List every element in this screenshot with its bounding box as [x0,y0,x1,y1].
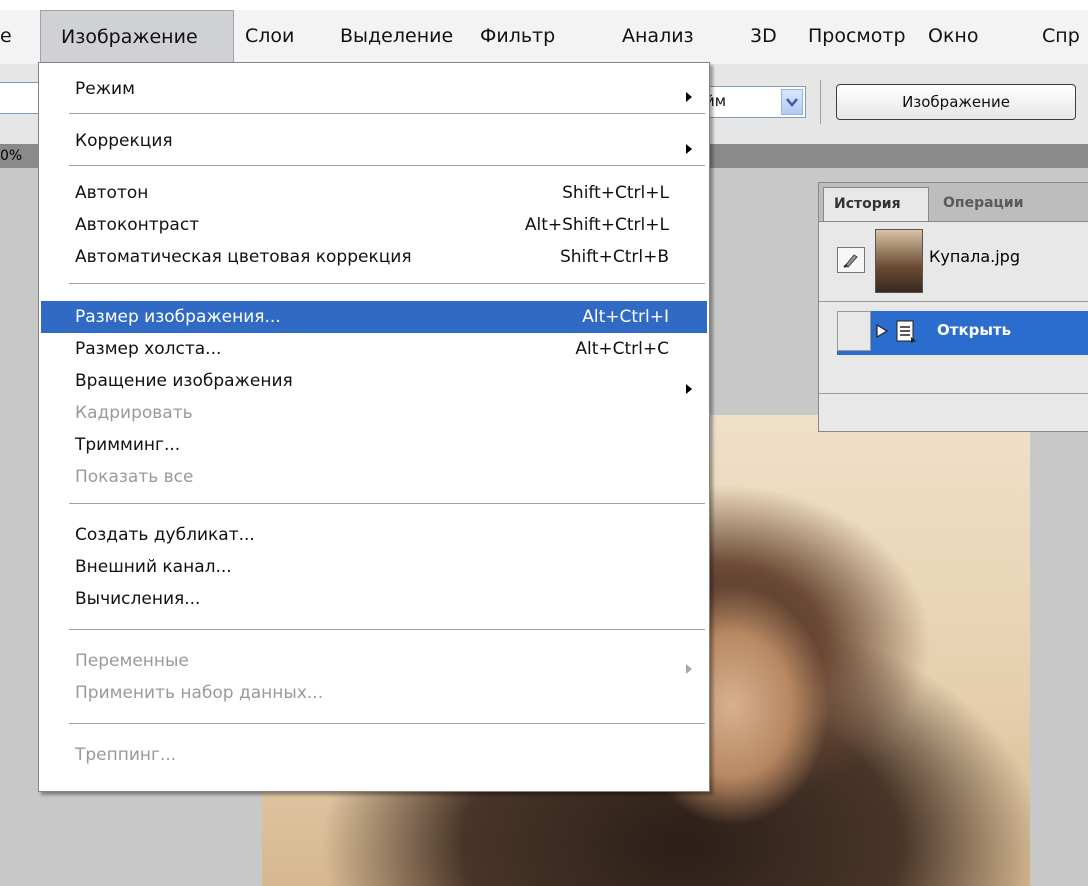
menu-3d[interactable]: 3D [750,10,790,64]
menu-item-shortcut: Alt+Ctrl+C [575,339,669,359]
menu-item-label: Режим [75,79,135,99]
menu-filter[interactable]: Фильтр [480,10,600,64]
menu-item-label: Показать все [75,467,194,487]
history-state-label: Открыть [937,321,1012,339]
history-brush-icon[interactable] [837,247,865,273]
menu-item-shortcut: Alt+Ctrl+I [582,307,669,327]
menu-select[interactable]: Выделение [340,10,465,64]
menu-item-trap[interactable]: Треппинг... [41,739,707,771]
menu-item-adjustments[interactable]: Коррекция [41,125,707,157]
options-field[interactable] [0,82,40,114]
tab-history[interactable]: История [823,187,929,221]
menu-item-label: Автоконтраст [75,215,200,235]
menu-item-label: Применить набор данных... [75,683,324,703]
menu-item-auto-contrast[interactable]: Автоконтраст Alt+Shift+Ctrl+L [41,209,707,241]
menu-item-label: Размер холста... [75,339,222,359]
submenu-arrow-icon [685,134,693,166]
menu-item-label: Внешний канал... [75,557,232,577]
menu-partial-left[interactable]: е [0,10,30,64]
history-panel: История Операции Купала.jpg Открыть [818,182,1088,432]
menu-item-shortcut: Shift+Ctrl+B [559,247,669,267]
toolbar-divider [820,80,821,124]
menu-item-reveal-all[interactable]: Показать все [41,461,707,493]
menu-item-apply-data-set[interactable]: Применить набор данных... [41,677,707,709]
menu-separator [69,503,705,504]
menu-separator [69,629,705,630]
menu-item-calculations[interactable]: Вычисления... [41,583,707,615]
menu-item-duplicate[interactable]: Создать дубликат... [41,519,707,551]
menu-item-label: Тримминг... [75,435,181,455]
menu-item-variables[interactable]: Переменные [41,645,707,677]
image-button[interactable]: Изображение [836,84,1076,120]
chevron-down-icon[interactable] [781,89,803,115]
menu-item-label: Размер изображения... [75,307,281,327]
menu-item-crop[interactable]: Кадрировать [41,397,707,429]
menu-item-image-size[interactable]: Размер изображения... Alt+Ctrl+I [41,301,707,333]
menu-item-label: Автоматическая цветовая коррекция [75,247,412,267]
menu-item-canvas-size[interactable]: Размер холста... Alt+Ctrl+C [41,333,707,365]
top-strip [0,0,1088,10]
menu-item-shortcut: Alt+Shift+Ctrl+L [524,215,669,235]
document-icon [895,319,917,349]
menu-item-shortcut: Shift+Ctrl+L [562,183,669,203]
menu-item-auto-tone[interactable]: Автотон Shift+Ctrl+L [41,177,707,209]
menu-item-image-rotation[interactable]: Вращение изображения [41,365,707,397]
history-panel-tabs: История Операции [819,183,1088,222]
menu-separator [69,723,705,724]
menu-item-label: Вычисления... [75,589,201,609]
menu-window[interactable]: Окно [928,10,1018,64]
menu-separator [69,113,705,114]
submenu-arrow-icon [685,82,693,114]
menu-item-auto-color[interactable]: Автоматическая цветовая коррекция Shift+… [41,241,707,273]
image-dropdown-menu: Режим Коррекция Автотон Shift+Ctrl+L Авт… [38,62,710,792]
history-snapshot[interactable]: Купала.jpg [819,221,1088,302]
play-arrow-icon [875,323,889,343]
menu-image[interactable]: Изображение [40,10,234,64]
menu-analysis[interactable]: Анализ [622,10,714,64]
history-source-box[interactable] [837,311,871,351]
menu-item-label: Кадрировать [75,403,193,423]
style-select[interactable]: йм [700,86,806,118]
tab-actions[interactable]: Операции [933,187,1073,221]
history-divider [819,393,1088,394]
menu-item-label: Переменные [75,651,189,671]
menu-item-label: Вращение изображения [75,371,293,391]
menu-view[interactable]: Просмотр [808,10,918,64]
menu-help-partial[interactable]: Спр [1042,10,1088,64]
menu-item-trim[interactable]: Тримминг... [41,429,707,461]
zoom-readout: 0% [0,148,23,164]
menu-item-label: Создать дубликат... [75,525,255,545]
menu-item-label: Автотон [75,183,149,203]
menu-layers[interactable]: Слои [245,10,315,64]
menu-separator [69,283,705,284]
snapshot-label: Купала.jpg [929,247,1020,266]
history-state-open[interactable]: Открыть [837,311,1088,355]
menu-bar: е Изображение Слои Выделение Фильтр Анал… [0,10,1088,65]
menu-item-label: Коррекция [75,131,173,151]
snapshot-thumbnail [875,229,923,293]
menu-item-mode[interactable]: Режим [41,73,707,105]
menu-item-label: Треппинг... [75,745,177,765]
menu-separator [69,165,705,166]
menu-item-apply-image[interactable]: Внешний канал... [41,551,707,583]
